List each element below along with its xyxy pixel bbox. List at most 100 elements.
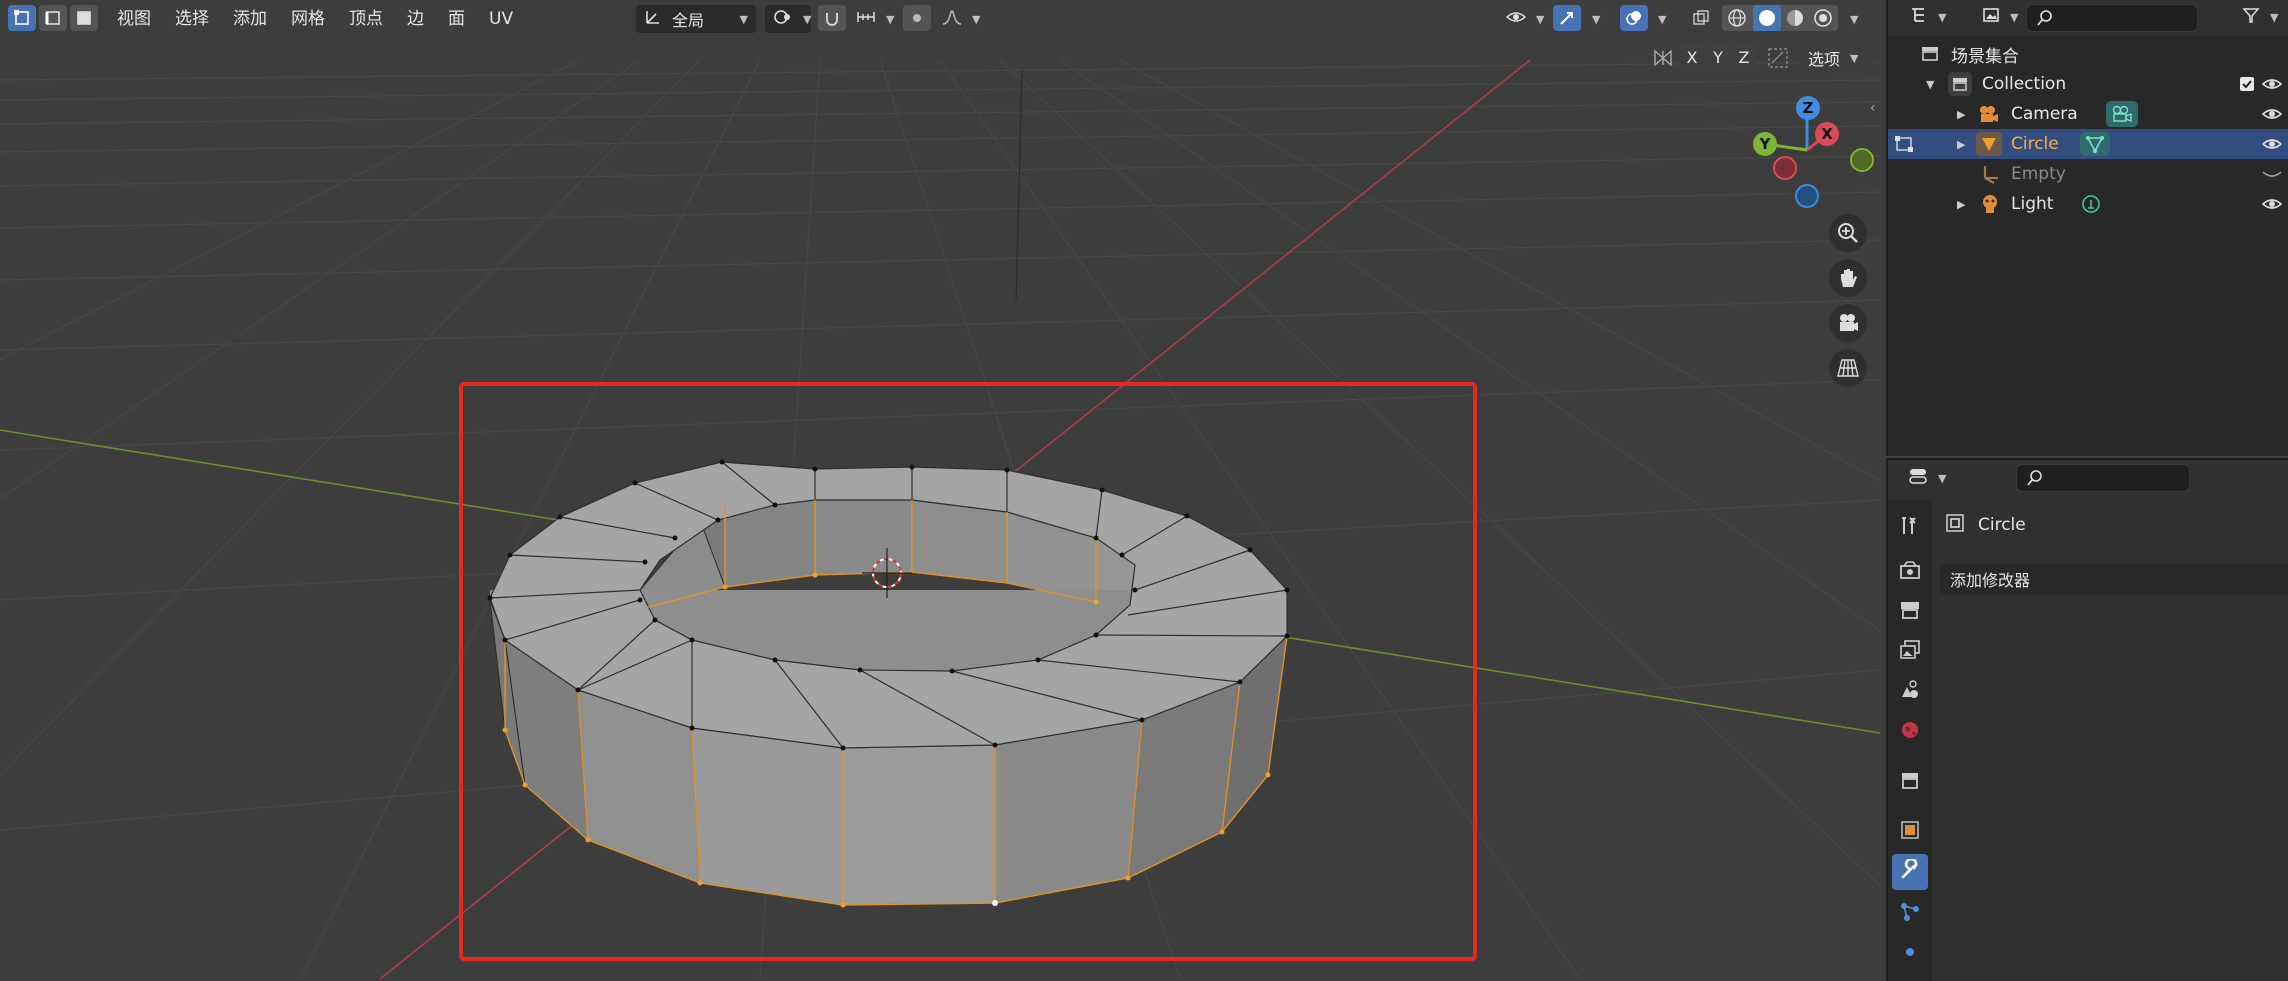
- tab-view-layer[interactable]: [1892, 634, 1928, 670]
- tree-scene-collection[interactable]: 场景集合: [1888, 39, 2288, 69]
- expand-right-icon[interactable]: ▶: [1957, 138, 1965, 151]
- menu-edge[interactable]: 边: [395, 0, 436, 38]
- tab-scene[interactable]: [1892, 674, 1928, 710]
- proportional-edit-toggle[interactable]: [903, 5, 931, 31]
- eye-closed-icon[interactable]: [2262, 165, 2282, 188]
- eye-icon[interactable]: [2261, 195, 2283, 218]
- tab-physics[interactable]: [1892, 936, 1928, 972]
- light-data-icon[interactable]: [2080, 194, 2102, 221]
- funnel-icon: [2242, 6, 2260, 28]
- tab-render[interactable]: [1892, 554, 1928, 590]
- expand-right-icon[interactable]: ▶: [1957, 108, 1965, 121]
- snap-target-dropdown[interactable]: ▼: [848, 5, 894, 33]
- edge-select-mode[interactable]: [39, 5, 67, 31]
- eye-icon[interactable]: [2261, 105, 2283, 128]
- camera-data-icon[interactable]: [2106, 101, 2138, 127]
- menu-uv[interactable]: UV: [477, 0, 525, 38]
- object-name-label: Circle: [1978, 515, 2026, 535]
- menu-mesh[interactable]: 网格: [279, 0, 337, 38]
- tab-collection[interactable]: [1892, 764, 1928, 800]
- rendered-shading-icon[interactable]: [1812, 8, 1834, 32]
- menu-face[interactable]: 面: [436, 0, 477, 38]
- wireframe-shading-icon[interactable]: [1726, 8, 1748, 32]
- mirror-y-button[interactable]: Y: [1706, 44, 1730, 70]
- falloff-curve-icon: [942, 9, 962, 29]
- xray-toggle[interactable]: [1687, 5, 1715, 31]
- circle-mesh[interactable]: [487, 459, 1290, 908]
- gizmo-neg-z-axis[interactable]: [1795, 184, 1819, 208]
- outliner-search-input[interactable]: [2026, 4, 2198, 32]
- zoom-button[interactable]: [1829, 214, 1867, 252]
- tab-tool[interactable]: [1892, 510, 1928, 546]
- object-name-icon: [1944, 512, 1966, 538]
- expand-right-icon[interactable]: ▶: [1957, 198, 1965, 211]
- properties-tabs: [1888, 500, 1932, 981]
- tree-collection[interactable]: ▼ Collection: [1888, 69, 2288, 99]
- gizmo-neg-x-axis[interactable]: [1773, 156, 1797, 180]
- snap-toggle[interactable]: [818, 5, 846, 31]
- editor-type-dropdown[interactable]: ▼: [1900, 464, 1946, 492]
- tree-item-circle[interactable]: ▶ Circle: [1888, 129, 2288, 159]
- collapse-sidebar-icon[interactable]: ‹: [1870, 100, 1876, 116]
- vertex-select-mode[interactable]: [8, 5, 36, 31]
- add-modifier-dropdown[interactable]: 添加修改器: [1940, 564, 2288, 594]
- tree-item-empty[interactable]: Empty: [1888, 159, 2288, 189]
- chevron-down-icon[interactable]: ▼: [1850, 13, 1858, 26]
- exclude-checkbox[interactable]: [2240, 77, 2254, 91]
- pan-hand-button[interactable]: [1829, 259, 1867, 297]
- options-dropdown[interactable]: 选项 ▼: [1800, 44, 1874, 72]
- tab-modifiers[interactable]: [1892, 854, 1928, 890]
- mesh-object-icon: [1976, 132, 2002, 156]
- pivot-point-dropdown[interactable]: ▼: [765, 5, 811, 33]
- tab-output[interactable]: [1892, 594, 1928, 630]
- expand-down-icon[interactable]: ▼: [1926, 78, 1934, 91]
- render-icon: [1899, 559, 1921, 585]
- pivot-icon: [773, 8, 793, 30]
- chevron-down-icon: ▼: [1850, 51, 1859, 65]
- chevron-down-icon[interactable]: ▼: [1592, 13, 1600, 26]
- tab-world[interactable]: [1892, 714, 1928, 750]
- gizmo-x-axis[interactable]: X: [1815, 122, 1839, 146]
- gizmo-neg-y-axis[interactable]: [1850, 148, 1874, 172]
- falloff-dropdown[interactable]: ▼: [934, 5, 980, 33]
- mirror-x-button[interactable]: X: [1680, 44, 1704, 70]
- material-shading-icon[interactable]: [1784, 8, 1806, 32]
- mesh-data-icon[interactable]: [2080, 132, 2110, 156]
- overlay-toggle[interactable]: [1620, 5, 1648, 31]
- orientation-label: 全局: [672, 11, 705, 30]
- auto-merge-icon[interactable]: [1766, 46, 1790, 74]
- add-modifier-label: 添加修改器: [1950, 571, 2031, 590]
- menu-vertex[interactable]: 顶点: [337, 0, 395, 38]
- gizmo-toggle[interactable]: [1553, 5, 1581, 31]
- menu-view[interactable]: 视图: [105, 0, 163, 38]
- filter-view-dropdown[interactable]: ▼: [1974, 3, 2020, 31]
- solid-shading-icon[interactable]: [1753, 5, 1781, 31]
- transform-orientation-dropdown[interactable]: 全局 ▼: [636, 5, 756, 33]
- tab-object[interactable]: [1892, 814, 1928, 850]
- properties-search-input[interactable]: [2016, 464, 2190, 492]
- menu-add[interactable]: 添加: [221, 0, 279, 38]
- mirror-z-button[interactable]: Z: [1732, 44, 1756, 70]
- eye-icon[interactable]: [2261, 135, 2283, 158]
- tree-item-light[interactable]: ▶ Light: [1888, 189, 2288, 219]
- 3d-viewport[interactable]: 视图 选择 添加 网格 顶点 边 面 UV 全局 ▼ ▼ ▼ ▼ ▼ ▼ ▼ ▼…: [0, 0, 1880, 979]
- eye-icon[interactable]: [2261, 75, 2283, 98]
- face-select-mode[interactable]: [70, 5, 98, 31]
- edit-mode-icon[interactable]: [1894, 133, 1916, 160]
- filter-dropdown[interactable]: ▼: [2234, 3, 2280, 31]
- tree-item-camera[interactable]: ▶ Camera: [1888, 99, 2288, 129]
- navigation-gizmo[interactable]: Z X Y: [1745, 90, 1875, 220]
- display-mode-dropdown[interactable]: ▼: [1902, 3, 1948, 31]
- orientation-icon: [644, 8, 662, 30]
- menu-select[interactable]: 选择: [163, 0, 221, 38]
- perspective-toggle-button[interactable]: [1829, 349, 1867, 387]
- gizmo-y-axis[interactable]: Y: [1753, 132, 1777, 156]
- chevron-down-icon[interactable]: ▼: [1658, 13, 1666, 26]
- tab-particles[interactable]: [1892, 896, 1928, 932]
- gizmo-z-axis[interactable]: Z: [1796, 96, 1820, 120]
- visibility-dropdown[interactable]: ▼: [1498, 5, 1544, 33]
- tool-icon: [1899, 515, 1921, 541]
- chevron-down-icon: ▼: [2270, 10, 2279, 24]
- camera-view-button[interactable]: [1829, 304, 1867, 342]
- object-name-row: Circle: [1944, 510, 2026, 540]
